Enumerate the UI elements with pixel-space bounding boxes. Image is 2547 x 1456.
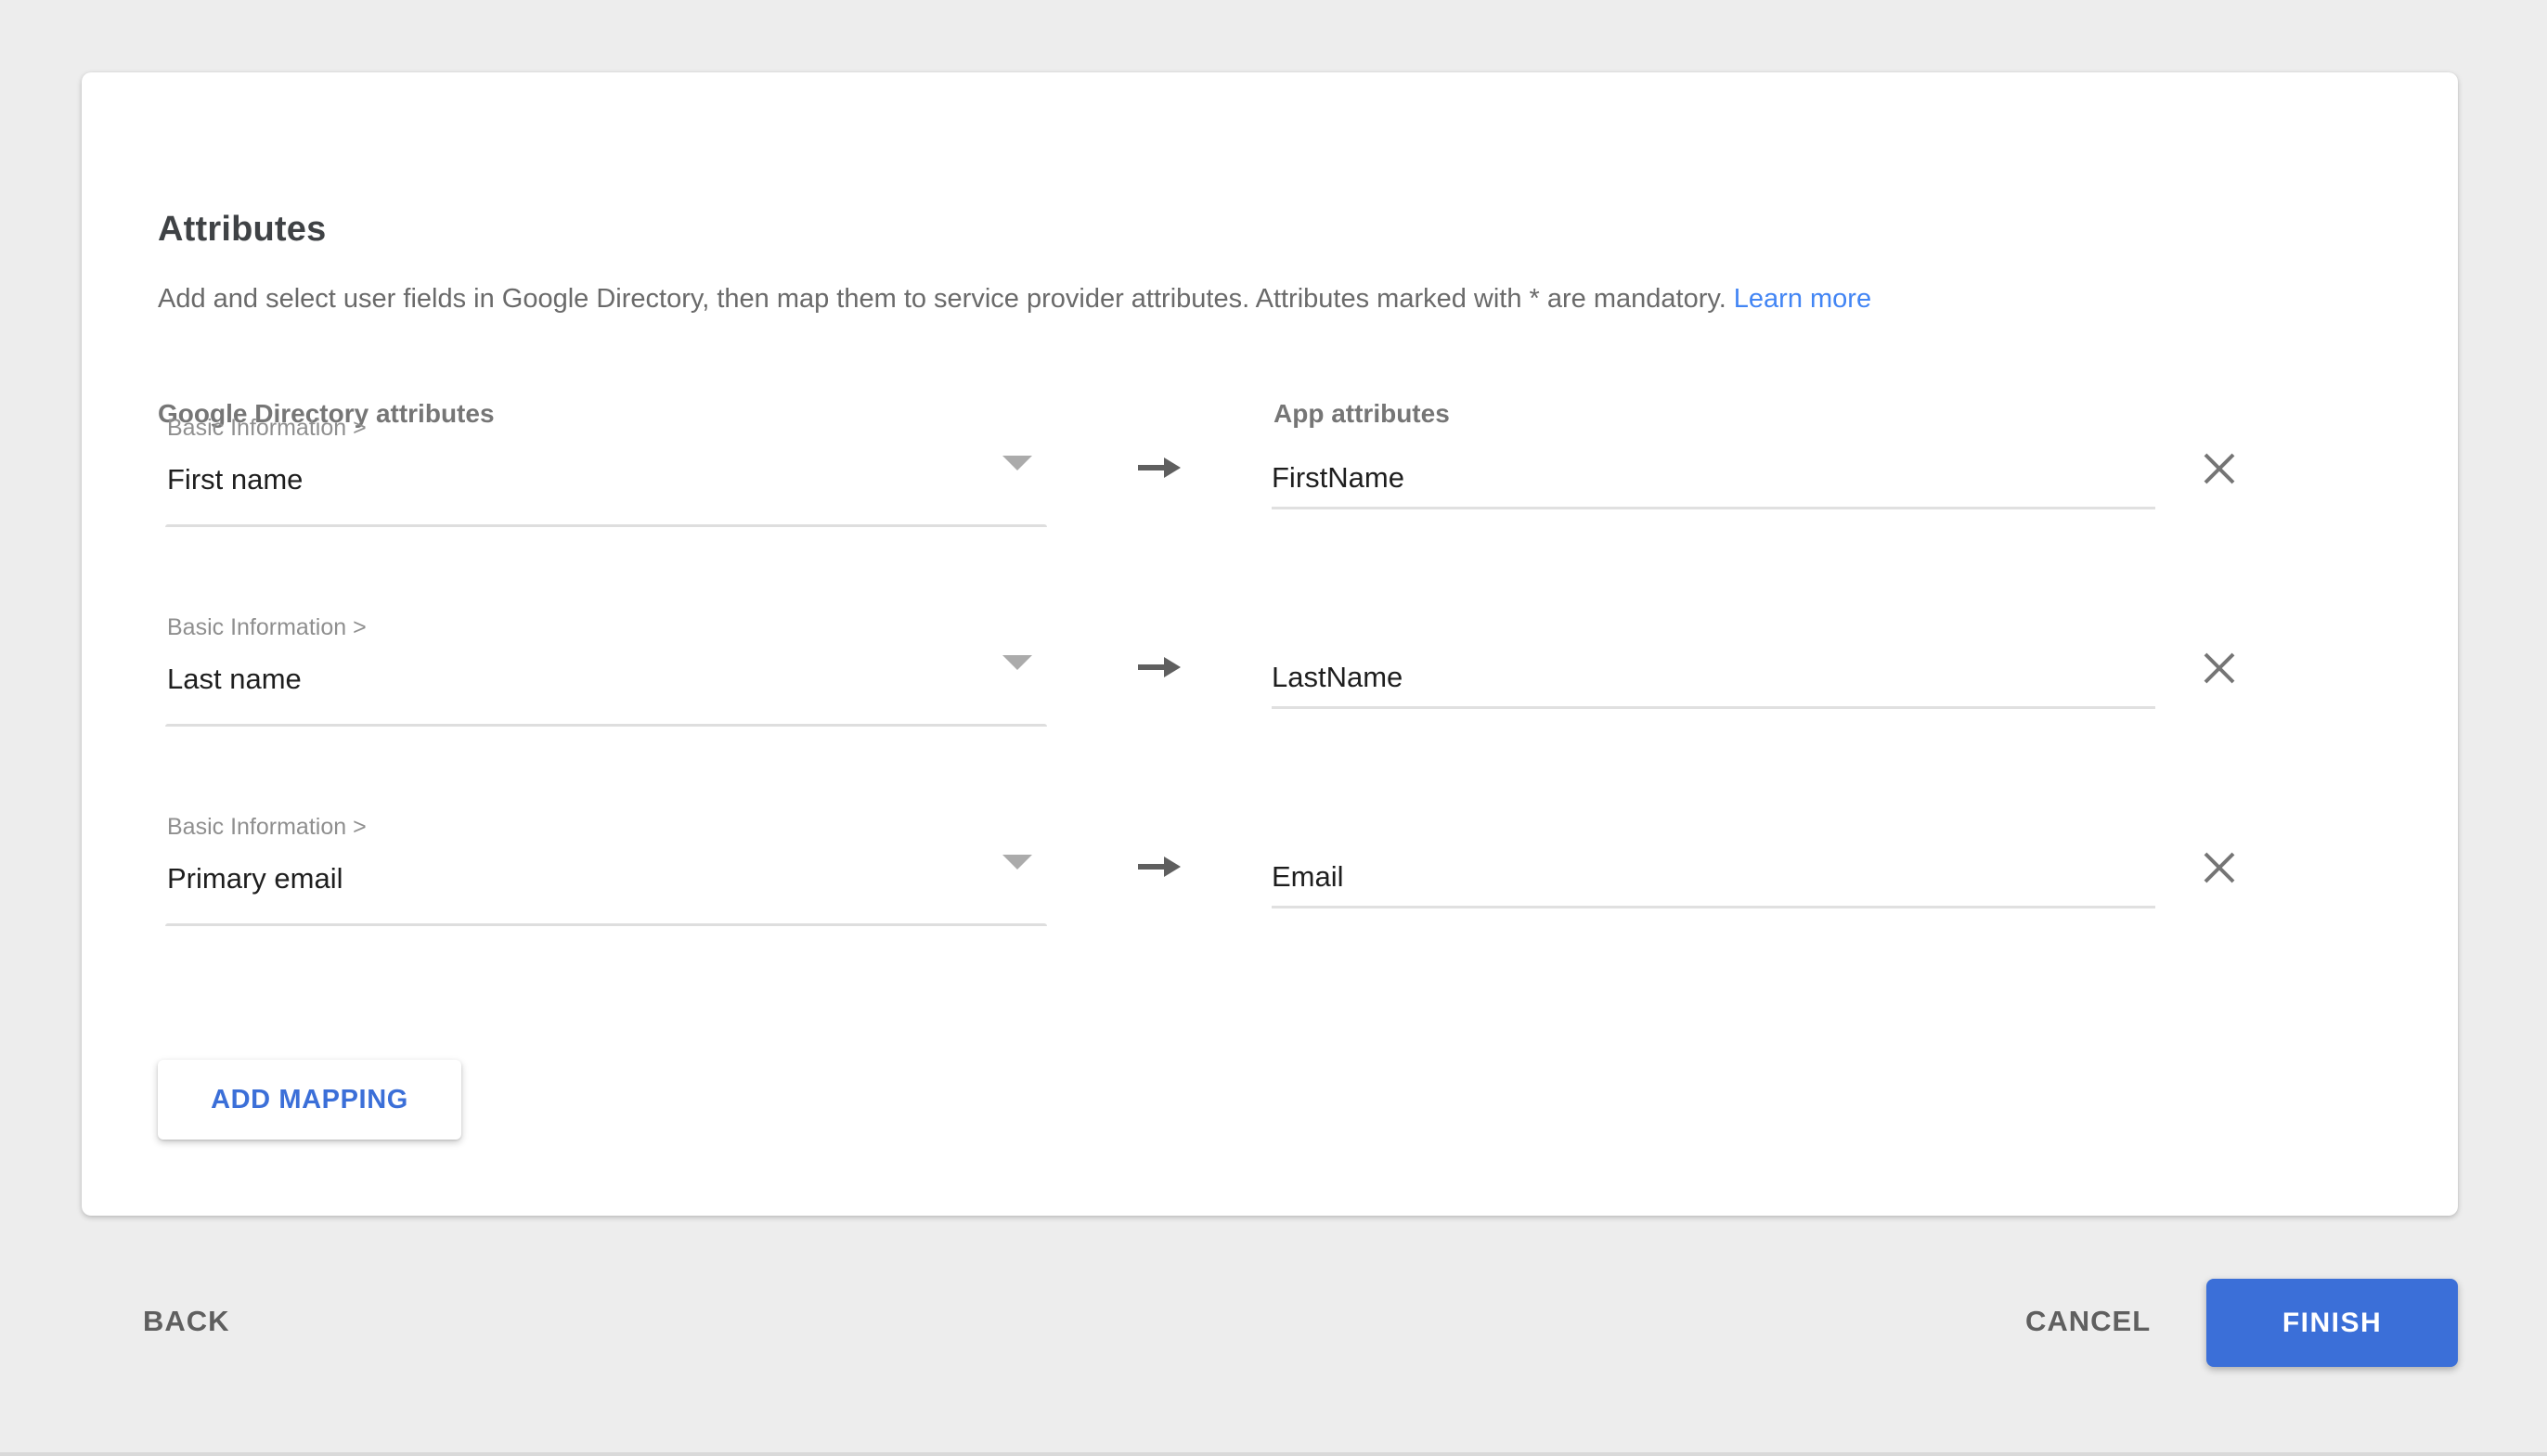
app-attribute-input[interactable]: [1272, 448, 2155, 509]
remove-mapping-button[interactable]: [2186, 635, 2253, 702]
app-attribute-input[interactable]: [1272, 847, 2155, 908]
attribute-mapping-screen: Attributes Add and select user fields in…: [0, 0, 2547, 1456]
learn-more-link[interactable]: Learn more: [1734, 284, 1871, 314]
description-text: Add and select user fields in Google Dir…: [158, 284, 2404, 315]
google-attribute-select[interactable]: Basic Information > First name: [158, 415, 1047, 528]
remove-mapping-button[interactable]: [2186, 834, 2253, 901]
attribute-category-label: Basic Information >: [167, 415, 367, 442]
attributes-card: Attributes Add and select user fields in…: [82, 72, 2458, 1216]
cancel-button[interactable]: CANCEL: [2001, 1292, 2175, 1351]
arrow-right-icon: [1138, 857, 1181, 877]
arrow-right-icon: [1138, 457, 1181, 478]
close-icon: [2202, 451, 2237, 486]
app-attribute-input[interactable]: [1272, 648, 2155, 709]
google-attribute-value: Primary email: [167, 862, 343, 896]
attribute-category-label: Basic Information >: [167, 614, 367, 641]
back-button[interactable]: BACK: [119, 1292, 254, 1351]
mapping-row: Basic Information > Last name: [158, 614, 2382, 754]
page-title: Attributes: [158, 210, 326, 250]
attribute-category-label: Basic Information >: [167, 814, 367, 841]
select-underline: [165, 524, 1047, 527]
arrow-right-icon: [1138, 657, 1181, 677]
chevron-down-icon: [1002, 456, 1032, 470]
close-icon: [2202, 850, 2237, 885]
select-underline: [165, 923, 1047, 926]
finish-button[interactable]: FINISH: [2206, 1279, 2458, 1367]
select-underline: [165, 724, 1047, 727]
google-attribute-value: Last name: [167, 663, 302, 696]
mapping-row: Basic Information > First name: [158, 415, 2382, 554]
remove-mapping-button[interactable]: [2186, 435, 2253, 502]
google-attribute-select[interactable]: Basic Information > Last name: [158, 614, 1047, 728]
add-mapping-button[interactable]: ADD MAPPING: [158, 1060, 461, 1140]
mapping-row: Basic Information > Primary email: [158, 814, 2382, 953]
chevron-down-icon: [1002, 655, 1032, 670]
chevron-down-icon: [1002, 855, 1032, 870]
google-attribute-value: First name: [167, 463, 303, 496]
close-icon: [2202, 651, 2237, 686]
google-attribute-select[interactable]: Basic Information > Primary email: [158, 814, 1047, 927]
description-body: Add and select user fields in Google Dir…: [158, 284, 1726, 314]
